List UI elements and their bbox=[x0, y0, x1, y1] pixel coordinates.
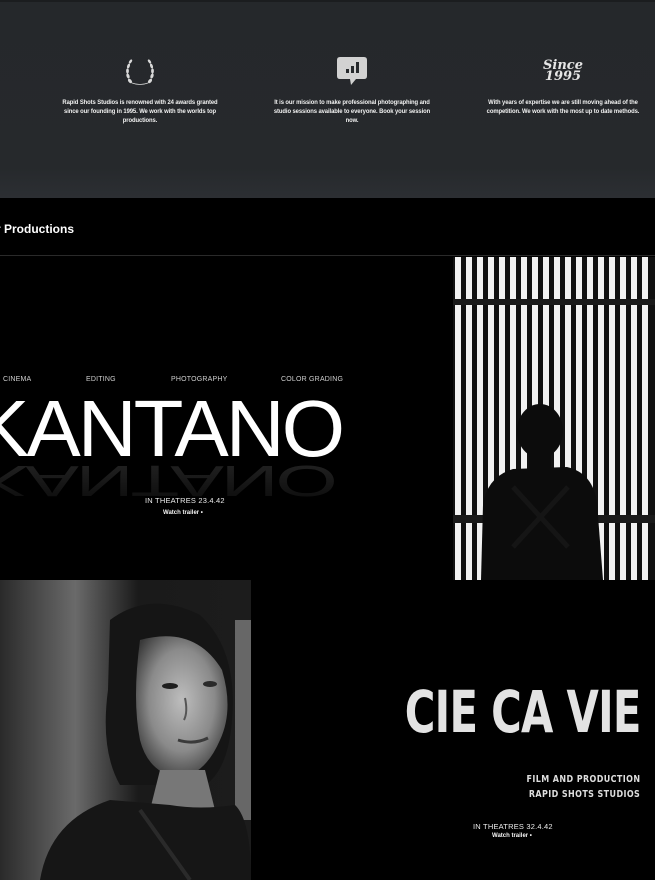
kantano-watch-trailer-link[interactable]: Watch trailer • bbox=[163, 510, 203, 516]
cie-ca-vie-title: CIE CA VIE bbox=[405, 678, 642, 746]
cie-release-date: IN THEATRES 32.4.42 bbox=[473, 822, 553, 831]
productions-header: r Productions bbox=[0, 198, 655, 256]
kantano-poster-image bbox=[453, 257, 655, 580]
reflection-fade bbox=[0, 457, 380, 527]
category-cinema: CINEMA bbox=[3, 376, 32, 383]
feature-experience-text: With years of expertise we are still mov… bbox=[486, 99, 640, 115]
kantano-release-date: IN THEATRES 23.4.42 bbox=[145, 496, 225, 505]
production-kantano: CINEMA EDITING PHOTOGRAPHY COLOR GRADING… bbox=[0, 257, 655, 580]
cie-subtitle-studio: RAPID SHOTS STUDIOS bbox=[528, 789, 640, 800]
category-editing: EDITING bbox=[86, 376, 116, 383]
category-color-grading: COLOR GRADING bbox=[281, 376, 344, 383]
cie-watch-trailer-link[interactable]: Watch trailer • bbox=[492, 833, 532, 839]
chart-speech-bubble-icon bbox=[267, 54, 437, 88]
cie-subtitle-film: FILM AND PRODUCTION bbox=[526, 774, 640, 785]
production-cie-ca-vie: CIE CA VIE FILM AND PRODUCTION RAPID SHO… bbox=[0, 580, 655, 880]
since-1995-badge: Since 1995 bbox=[478, 54, 648, 88]
feature-mission: It is our mission to make professional p… bbox=[267, 54, 437, 125]
feature-awards-text: Rapid Shots Studios is renowned with 24 … bbox=[62, 99, 218, 124]
badge-year: 1995 bbox=[544, 69, 582, 84]
cie-ca-vie-poster-image bbox=[0, 580, 251, 880]
feature-experience: Since 1995 With years of expertise we ar… bbox=[478, 54, 648, 116]
top-divider bbox=[0, 0, 655, 2]
feature-awards: Rapid Shots Studios is renowned with 24 … bbox=[55, 54, 225, 125]
feature-mission-text: It is our mission to make professional p… bbox=[273, 99, 431, 124]
section-title: r Productions bbox=[0, 222, 75, 236]
laurel-wreath-icon bbox=[55, 54, 225, 88]
category-photography: PHOTOGRAPHY bbox=[171, 376, 228, 383]
features-band: Rapid Shots Studios is renowned with 24 … bbox=[0, 0, 655, 198]
